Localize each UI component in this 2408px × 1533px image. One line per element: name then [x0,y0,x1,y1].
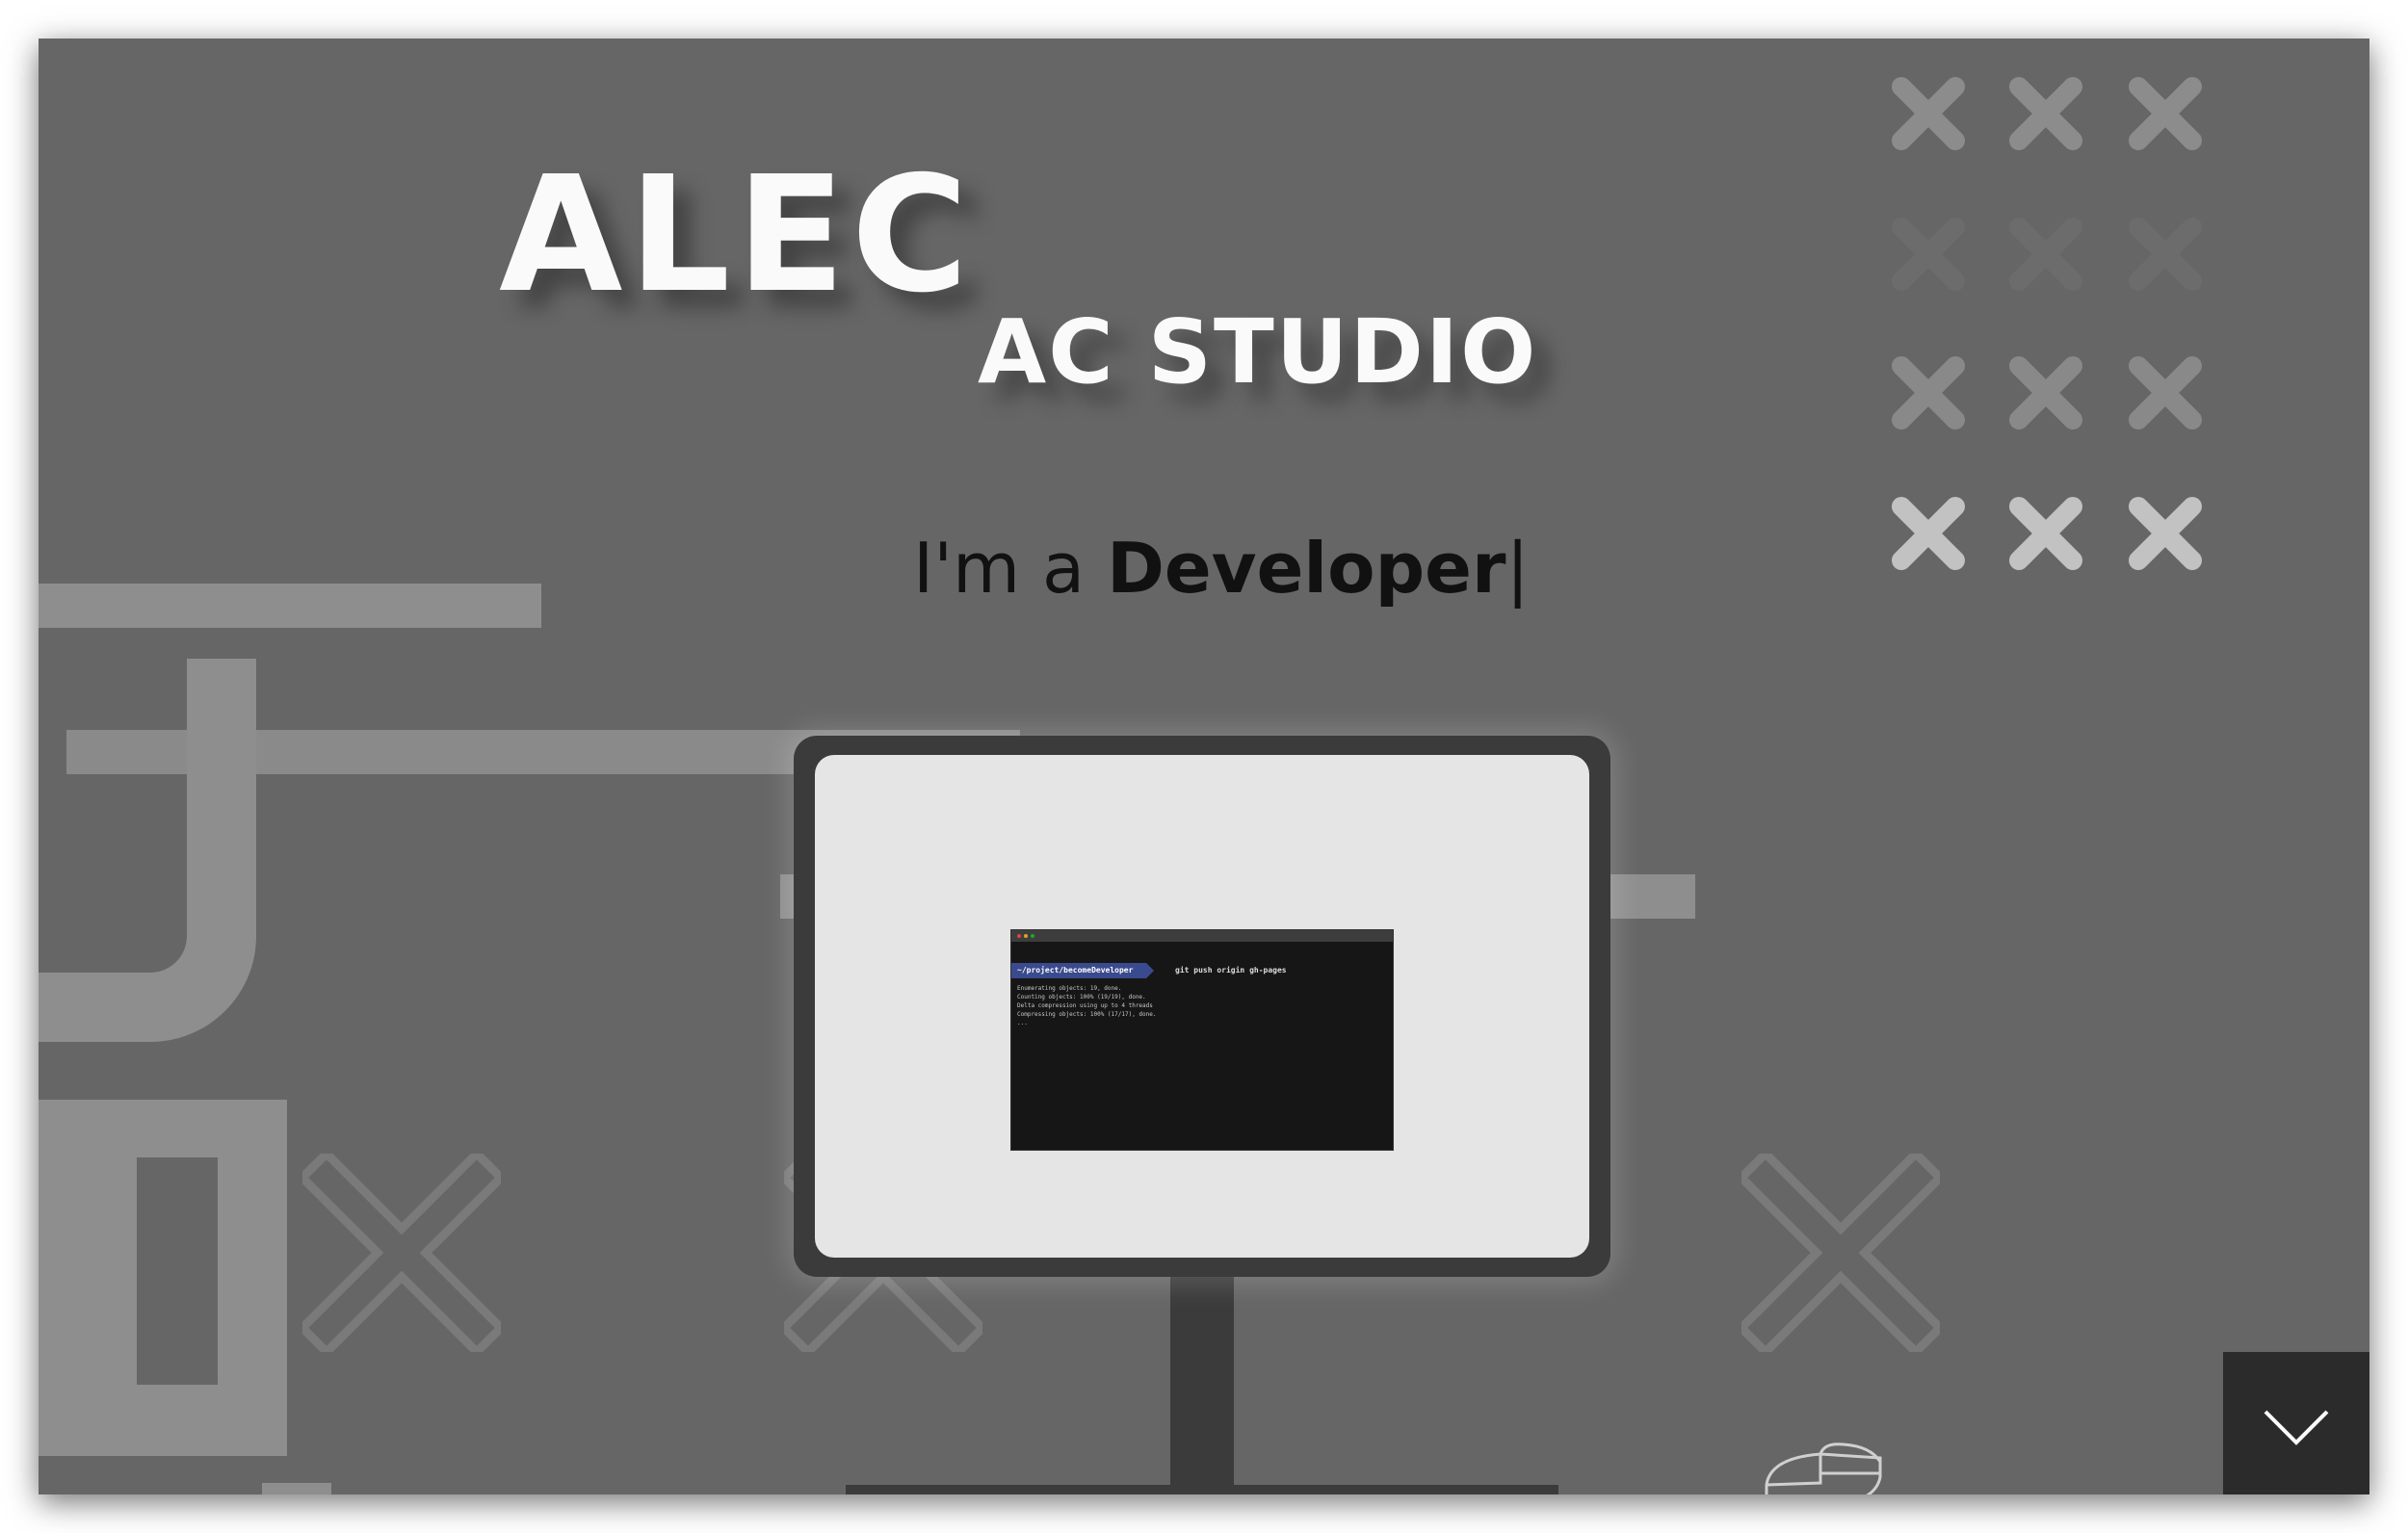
tagline-prefix: I'm a [913,528,1108,609]
minimize-dot-icon [1024,934,1028,938]
x-icon [2009,497,2082,570]
x-outline-icon [302,1154,501,1352]
decor-bar [39,1100,137,1385]
monitor-stand [1170,1275,1234,1494]
x-icon [1892,77,1965,150]
terminal-output-line: Counting objects: 100% (19/19), done. [1017,994,1146,1000]
terminal-titlebar [1011,930,1393,942]
maximize-dot-icon [1031,934,1034,938]
terminal-output-line: ... [1017,1020,1028,1026]
brand-title: ALEC [499,143,975,328]
terminal-output-line: Compressing objects: 100% (17/17), done. [1017,1011,1157,1018]
x-icon [2129,497,2202,570]
x-outline-icon [1741,1154,1940,1352]
typing-cursor: | [1505,528,1530,609]
monitor-screen: ~/project/becomeDeveloper git push origi… [815,755,1589,1258]
terminal-prompt-path: ~/project/becomeDeveloper [1011,963,1154,978]
terminal-command: git push origin gh-pages [1175,966,1287,974]
x-icon [2009,218,2082,291]
terminal-window: ~/project/becomeDeveloper git push origi… [1010,929,1394,1151]
decor-bar [262,1483,331,1494]
chevron-down-icon [2264,1410,2329,1445]
tagline-role: Developer [1107,528,1506,609]
monitor-base [846,1485,1558,1494]
close-dot-icon [1017,934,1021,938]
x-icon [1892,497,1965,570]
decor-letter-shape [39,659,256,1042]
x-icon [2009,77,2082,150]
x-icon [2009,356,2082,429]
x-icon [1892,218,1965,291]
x-icon [2129,356,2202,429]
terminal-output-line: Delta compression using up to 4 threads [1017,1002,1153,1009]
x-icon [2129,218,2202,291]
mouse-icon [1765,1442,1882,1494]
decor-bar [39,1385,287,1456]
terminal-output-line: Enumerating objects: 19, done. [1017,985,1122,992]
scroll-down-button[interactable] [2223,1352,2369,1494]
typed-tagline: I'm a Developer| [913,528,1530,609]
decor-bar [39,584,541,628]
terminal-output: Enumerating objects: 19, done. Counting … [1011,984,1393,1027]
x-icon [2129,77,2202,150]
x-icon [1892,356,1965,429]
hero-section: ALEC AC STUDIO I'm a Developer| ~/projec… [39,39,2369,1494]
monitor-illustration: ~/project/becomeDeveloper git push origi… [794,736,1610,1277]
studio-subtitle: AC STUDIO [978,300,1538,403]
terminal-prompt-row: ~/project/becomeDeveloper git push origi… [1011,963,1393,978]
